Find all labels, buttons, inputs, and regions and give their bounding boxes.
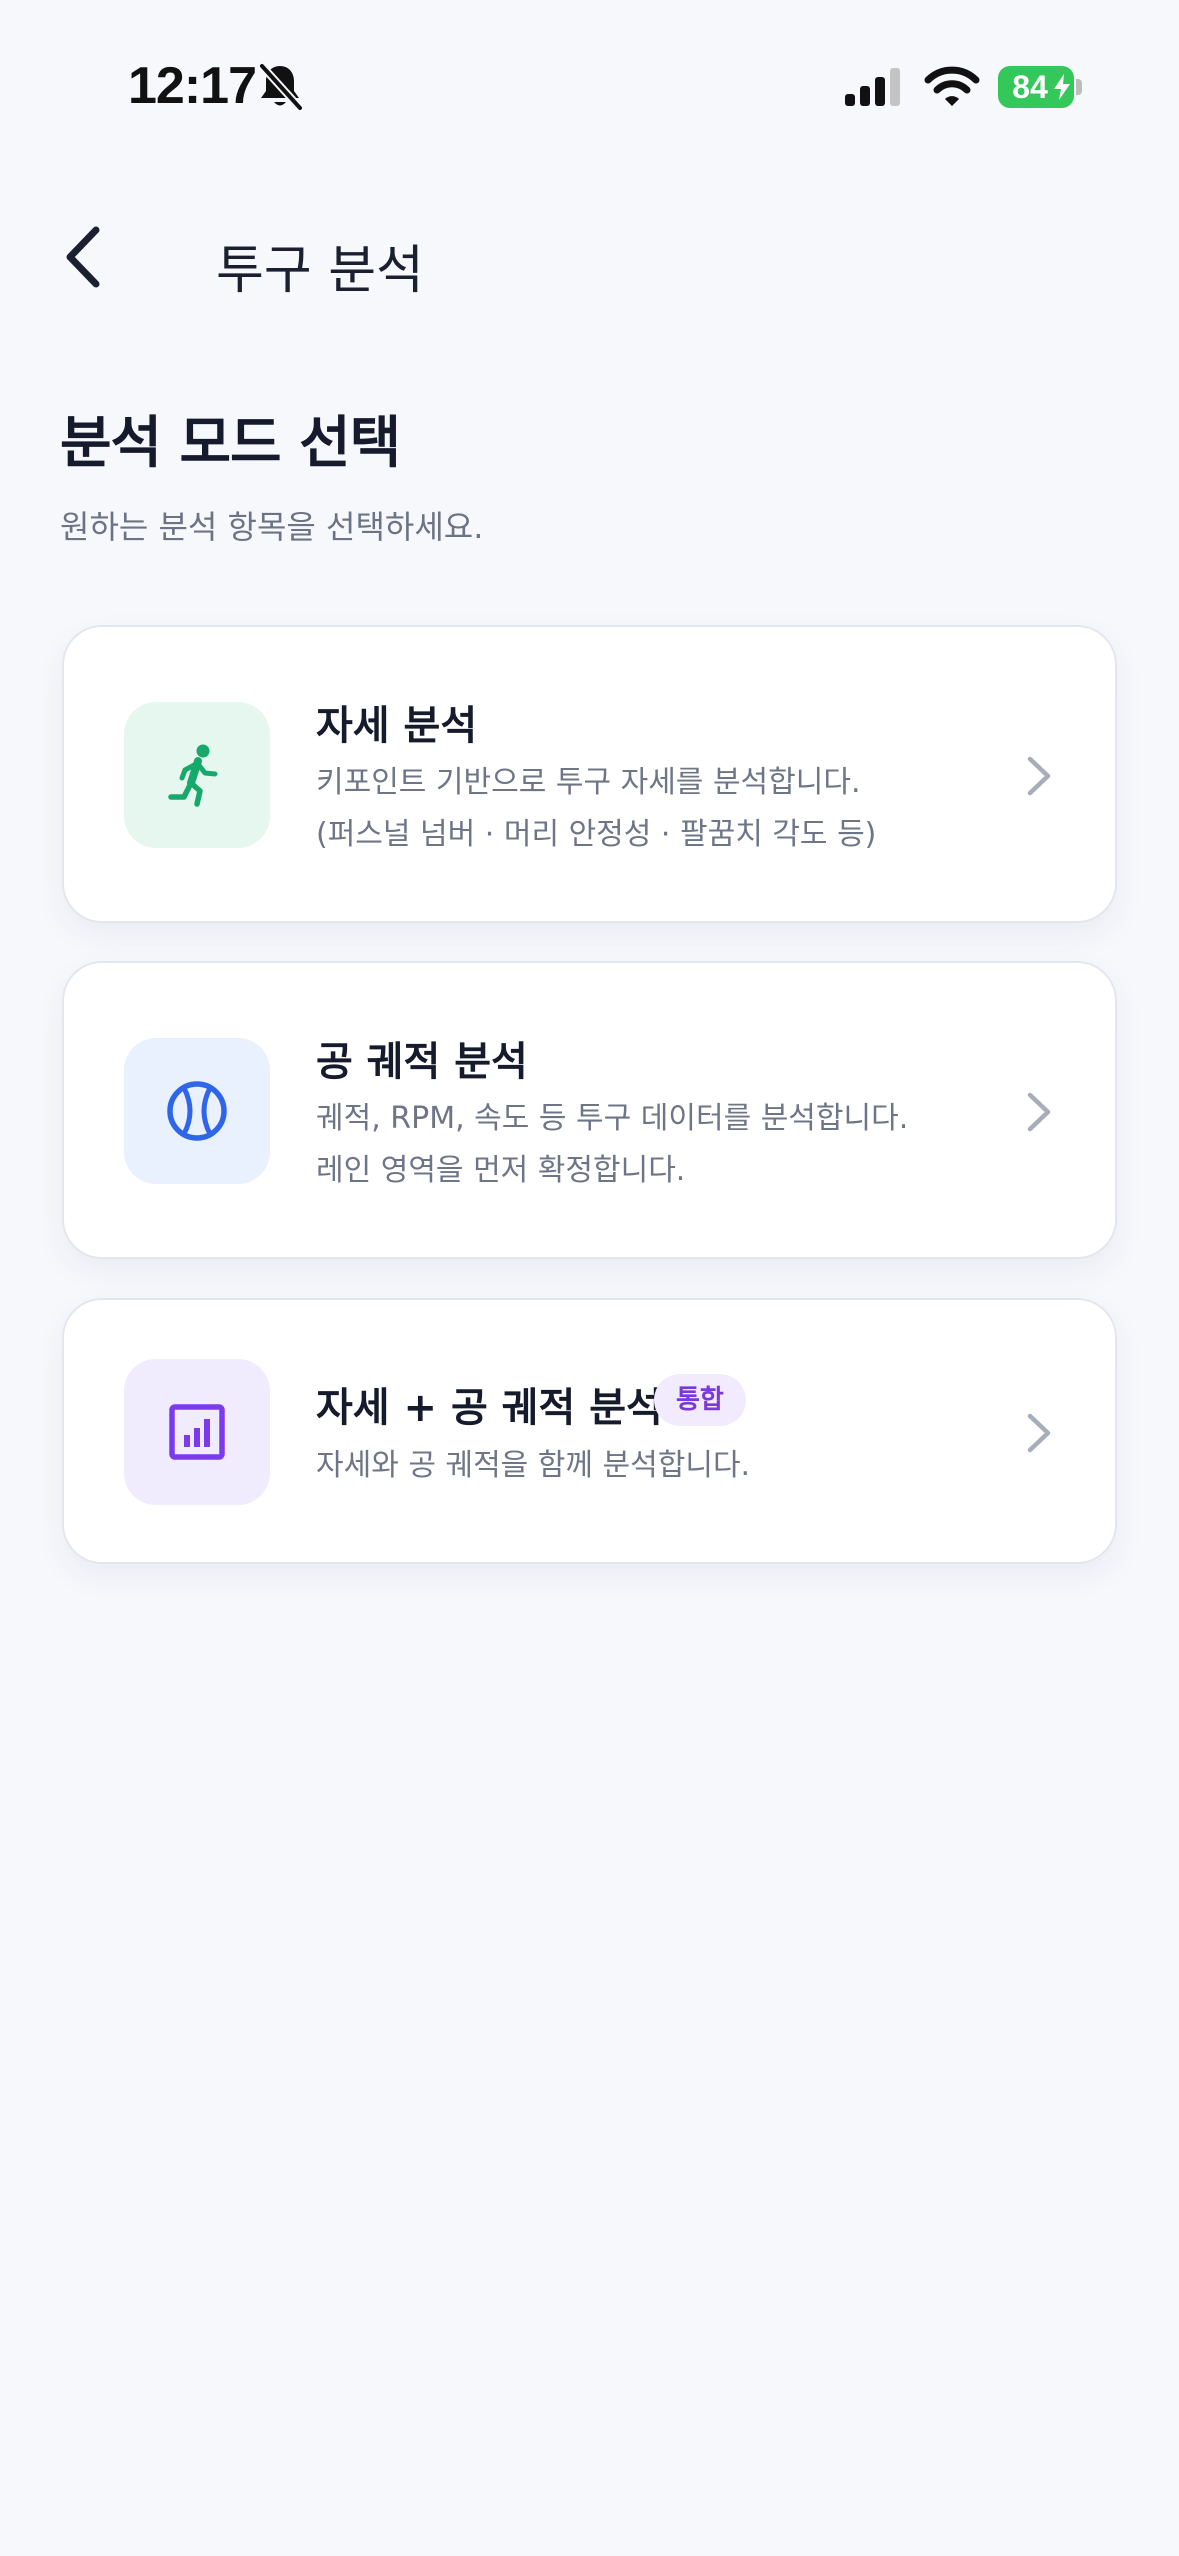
chevron-right-icon (1027, 756, 1051, 796)
card-description: 키포인트 기반으로 투구 자세를 분석합니다. (퍼스널 넘버 · 머리 안정성… (316, 757, 876, 861)
integrated-badge: 통합 (654, 1374, 746, 1426)
status-bar: 12:17 84 (0, 0, 1179, 170)
running-person-icon (168, 744, 218, 807)
card-description: 자세와 공 궤적을 함께 분석합니다. (316, 1440, 750, 1492)
charging-bolt-icon (1054, 74, 1070, 100)
card-description-line: 궤적, RPM, 속도 등 투구 데이터를 분석합니다. (316, 1101, 909, 1136)
section-title: 분석 모드 선택 (60, 411, 401, 476)
bar-chart-icon (169, 1404, 225, 1460)
chevron-right-icon (1027, 1092, 1051, 1132)
card-title: 공 궤적 분석 (316, 1039, 528, 1085)
page-title: 투구 분석 (216, 241, 424, 301)
card-description: 궤적, RPM, 속도 등 투구 데이터를 분석합니다. 레인 영역을 먼저 확… (316, 1093, 908, 1197)
card-title: 자세 + 공 궤적 분석 (316, 1385, 663, 1431)
cellular-signal-icon (845, 68, 900, 106)
trajectory-icon-tile (124, 1038, 270, 1184)
posture-icon-tile (124, 702, 270, 848)
combined-icon-tile (124, 1359, 270, 1505)
combined-analysis-card[interactable]: 자세 + 공 궤적 분석 통합 자세와 공 궤적을 함께 분석합니다. (62, 1298, 1117, 1564)
card-description-line: 키포인트 기반으로 투구 자세를 분석합니다. (316, 765, 861, 800)
screen: 12:17 84 투구 분석 분석 모드 선택 원하는 분석 항목을 선택하세요… (0, 0, 1179, 2556)
battery-percent: 84 (1012, 69, 1048, 105)
card-title: 자세 분석 (316, 703, 478, 749)
ball-trajectory-analysis-card[interactable]: 공 궤적 분석 궤적, RPM, 속도 등 투구 데이터를 분석합니다. 레인 … (62, 961, 1117, 1259)
posture-analysis-card[interactable]: 자세 분석 키포인트 기반으로 투구 자세를 분석합니다. (퍼스널 넘버 · … (62, 625, 1117, 923)
wifi-icon (924, 66, 980, 106)
chevron-left-icon (66, 226, 100, 288)
card-description-line: 레인 영역을 먼저 확정합니다. (316, 1153, 686, 1188)
section-subtitle: 원하는 분석 항목을 선택하세요. (60, 508, 484, 546)
battery-indicator: 84 (998, 66, 1082, 108)
back-button[interactable] (56, 222, 116, 292)
battery-cap (1076, 79, 1082, 95)
card-description-line: (퍼스널 넘버 · 머리 안정성 · 팔꿈치 각도 등) (316, 817, 877, 852)
card-description-line: 자세와 공 궤적을 함께 분석합니다. (316, 1448, 751, 1483)
bell-off-icon (258, 62, 304, 112)
baseball-icon (167, 1081, 227, 1141)
chevron-right-icon (1027, 1413, 1051, 1453)
status-time: 12:17 (128, 57, 257, 115)
